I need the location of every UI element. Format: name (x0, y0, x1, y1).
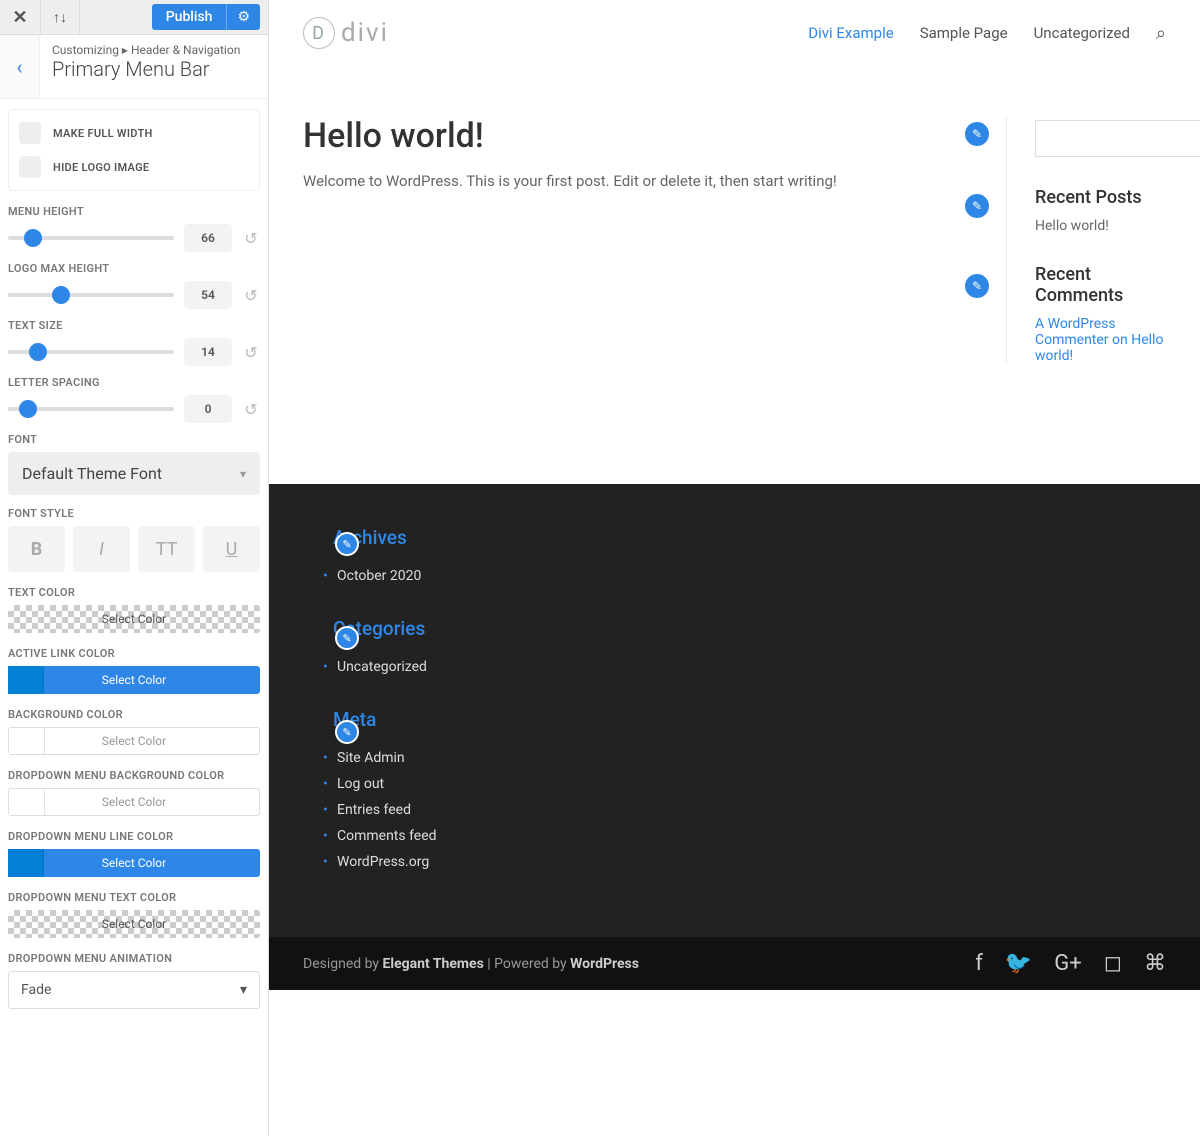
footer-widgets: ✎ Archives October 2020 ✎ Categories Unc… (269, 484, 1200, 937)
label-active-link-color: ACTIVE LINK COLOR (8, 647, 260, 660)
font-select[interactable]: Default Theme Font ▾ (8, 452, 260, 495)
slider-text-size[interactable] (8, 350, 174, 354)
label-dd-line-color: DROPDOWN MENU LINE COLOR (8, 830, 260, 843)
slider-logo-max[interactable] (8, 293, 174, 297)
value-menu-height[interactable]: 66 (184, 224, 232, 252)
logo-icon: D (303, 17, 335, 49)
underline-button[interactable]: U (203, 526, 260, 572)
publish-button[interactable]: Publish ⚙ (152, 4, 260, 30)
label-letter-spacing: LETTER SPACING (8, 376, 260, 389)
edit-icon[interactable]: ✎ (335, 532, 359, 556)
search-widget: Search (1035, 120, 1166, 157)
widget-title: Meta (333, 708, 1166, 731)
meta-link[interactable]: Comments feed (337, 828, 437, 844)
reset-icon[interactable]: ↺ (242, 343, 260, 361)
label-menu-height: MENU HEIGHT (8, 205, 260, 218)
search-input[interactable] (1035, 120, 1200, 157)
meta-link[interactable]: WordPress.org (337, 854, 429, 870)
toggle-switch[interactable] (19, 122, 41, 144)
edit-icon[interactable]: ✎ (965, 194, 989, 218)
archive-link[interactable]: October 2020 (337, 568, 421, 584)
customizer-sidebar: ✕ ↑↓ Publish ⚙ ‹ Customizing ▸ Header & … (0, 0, 269, 1136)
meta-link[interactable]: Log out (337, 776, 384, 792)
instagram-icon[interactable]: ◻ (1104, 951, 1122, 976)
label-font: FONT (8, 433, 260, 446)
toggle-full-width[interactable]: MAKE FULL WIDTH (9, 116, 259, 150)
color-picker-bg[interactable]: Select Color (8, 727, 260, 755)
label-dd-animation: DROPDOWN MENU ANIMATION (8, 952, 260, 965)
close-icon[interactable]: ✕ (0, 0, 40, 34)
color-picker-dd-line[interactable]: Select Color (8, 849, 260, 877)
animation-select[interactable]: Fade ▾ (8, 971, 260, 1009)
label-text-size: TEXT SIZE (8, 319, 260, 332)
publish-label: Publish (152, 4, 227, 30)
rss-icon[interactable]: ⌘ (1144, 951, 1166, 976)
color-picker-text[interactable]: Select Color (8, 605, 260, 633)
slider-letter-spacing[interactable] (8, 407, 174, 411)
google-plus-icon[interactable]: G+ (1054, 951, 1081, 976)
meta-link[interactable]: Site Admin (337, 750, 405, 766)
panel-title: Primary Menu Bar (52, 57, 256, 81)
edit-icon[interactable]: ✎ (965, 274, 989, 298)
value-text-size[interactable]: 14 (184, 338, 232, 366)
reset-icon[interactable]: ↺ (242, 229, 260, 247)
gear-icon[interactable]: ⚙ (226, 4, 260, 30)
edit-icon[interactable]: ✎ (335, 626, 359, 650)
chevron-down-icon: ▾ (240, 982, 247, 998)
back-icon[interactable]: ‹ (0, 35, 40, 99)
recent-comment: A WordPress Commenter on Hello world! (1035, 316, 1166, 364)
nav-item[interactable]: Sample Page (920, 24, 1008, 42)
sidebar-toolbar: ✕ ↑↓ Publish ⚙ (0, 0, 268, 35)
widget-title: Recent Comments (1035, 264, 1166, 306)
toggle-switch[interactable] (19, 156, 41, 178)
nav-item[interactable]: Uncategorized (1034, 24, 1130, 42)
twitter-icon[interactable]: 🐦 (1005, 951, 1032, 976)
smallcaps-button[interactable]: TT (138, 526, 195, 572)
slider-menu-height[interactable] (8, 236, 174, 240)
widget-title: Archives (333, 526, 1166, 549)
label-dd-bg-color: DROPDOWN MENU BACKGROUND COLOR (8, 769, 260, 782)
widget-title: Categories (333, 617, 1166, 640)
label-logo-max: LOGO MAX HEIGHT (8, 262, 260, 275)
site-header: D divi Divi Example Sample Page Uncatego… (269, 0, 1200, 66)
logo[interactable]: D divi (303, 17, 389, 49)
post-title: Hello world! (303, 116, 970, 156)
search-icon[interactable]: ⌕ (1156, 23, 1166, 44)
category-link[interactable]: Uncategorized (337, 659, 427, 675)
color-picker-active[interactable]: Select Color (8, 666, 260, 694)
reset-icon[interactable]: ↺ (242, 286, 260, 304)
post-content: Hello world! Welcome to WordPress. This … (303, 116, 970, 364)
sort-icon[interactable]: ↑↓ (40, 0, 80, 34)
nav-item[interactable]: Divi Example (808, 24, 893, 42)
value-logo-max[interactable]: 54 (184, 281, 232, 309)
facebook-icon[interactable]: f (975, 951, 983, 976)
widget-title: Recent Posts (1035, 187, 1166, 208)
label-font-style: FONT STYLE (8, 507, 260, 520)
toggle-hide-logo[interactable]: HIDE LOGO IMAGE (9, 150, 259, 184)
bold-button[interactable]: B (8, 526, 65, 572)
primary-nav: Divi Example Sample Page Uncategorized ⌕ (808, 23, 1166, 44)
label-background-color: BACKGROUND COLOR (8, 708, 260, 721)
italic-button[interactable]: I (73, 526, 130, 572)
value-letter-spacing[interactable]: 0 (184, 395, 232, 423)
social-icons: f 🐦 G+ ◻ ⌘ (975, 951, 1166, 976)
label-dd-text-color: DROPDOWN MENU TEXT COLOR (8, 891, 260, 904)
reset-icon[interactable]: ↺ (242, 400, 260, 418)
footer-bar: Designed by Elegant Themes | Powered by … (269, 937, 1200, 990)
breadcrumb: Customizing ▸ Header & Navigation (52, 43, 256, 57)
recent-post-link[interactable]: Hello world! (1035, 218, 1166, 234)
edit-icon[interactable]: ✎ (335, 720, 359, 744)
color-picker-dd-bg[interactable]: Select Color (8, 788, 260, 816)
label-text-color: TEXT COLOR (8, 586, 260, 599)
edit-icon[interactable]: ✎ (965, 122, 989, 146)
meta-link[interactable]: Entries feed (337, 802, 411, 818)
preview-pane: D divi Divi Example Sample Page Uncatego… (269, 0, 1200, 1136)
chevron-down-icon: ▾ (240, 467, 246, 481)
sidebar-widgets: ✎ Search ✎ Recent Posts Hello world! ✎ R… (1006, 116, 1166, 364)
post-body: Welcome to WordPress. This is your first… (303, 172, 970, 190)
color-picker-dd-text[interactable]: Select Color (8, 910, 260, 938)
